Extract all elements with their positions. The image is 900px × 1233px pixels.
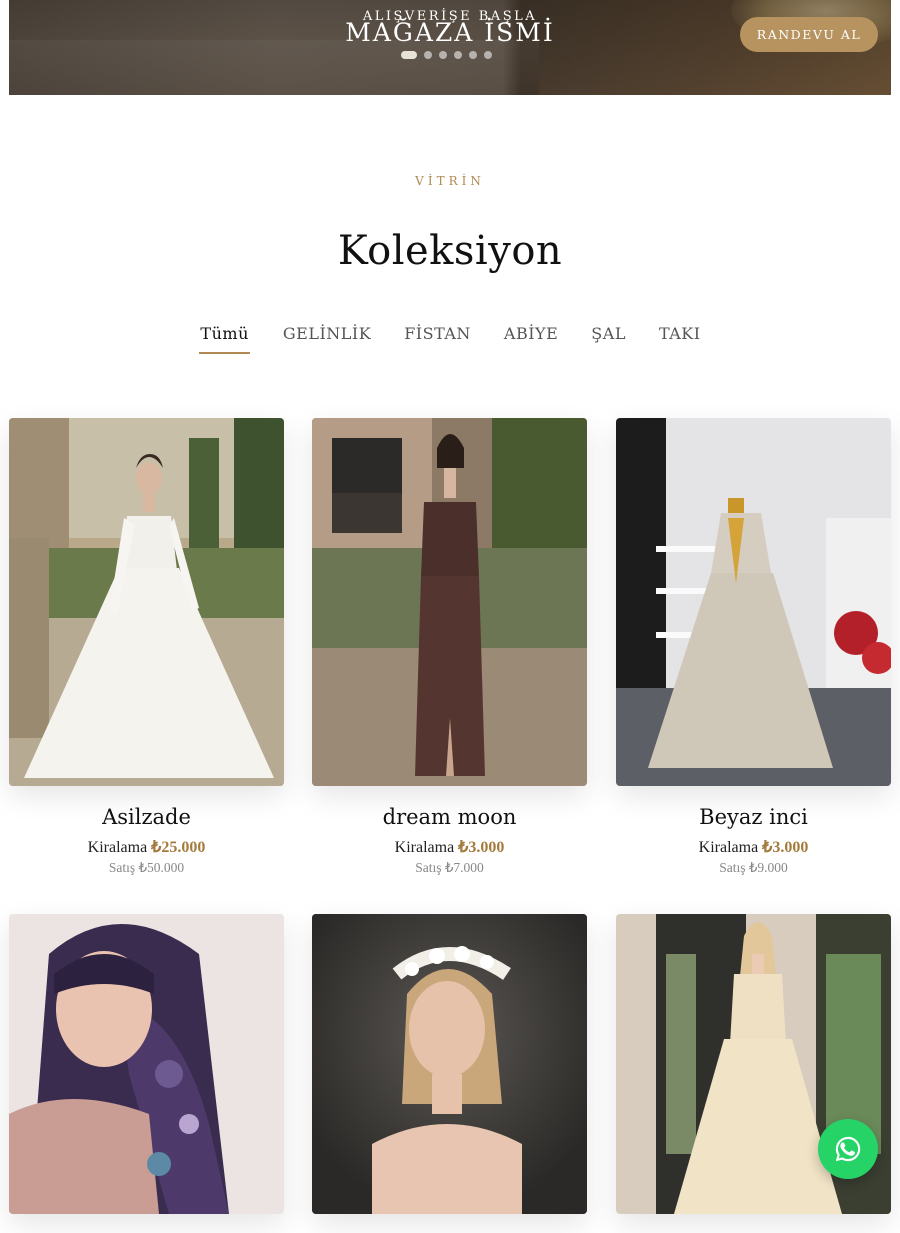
- appointment-button[interactable]: RANDEVU AL: [740, 17, 878, 52]
- tab-fistan[interactable]: FİSTAN: [404, 324, 471, 354]
- slider-dot[interactable]: [484, 51, 492, 59]
- hero-slider[interactable]: ALIŞVERİŞE BAŞLA MAĞAZA İSMİ RANDEVU AL: [9, 0, 891, 95]
- slider-dot[interactable]: [439, 51, 447, 59]
- rent-price-line: Kiralama ₺3.000: [616, 837, 891, 857]
- rent-price: ₺3.000: [762, 839, 809, 856]
- section-eyebrow: VİTRİN: [415, 174, 485, 188]
- whatsapp-button[interactable]: [818, 1119, 878, 1179]
- slider-dot[interactable]: [454, 51, 462, 59]
- rent-label: Kiralama: [698, 839, 759, 856]
- tab-gelinlik[interactable]: GELİNLİK: [283, 324, 371, 354]
- category-tabs: Tümü GELİNLİK FİSTAN ABİYE ŞAL TAKI: [0, 324, 900, 354]
- tab-abiye[interactable]: ABİYE: [504, 324, 558, 354]
- tab-taki[interactable]: TAKI: [659, 324, 701, 354]
- product-card[interactable]: Beyaz inci Kiralama ₺3.000 Satış ₺9.000: [616, 418, 891, 876]
- product-name[interactable]: Asilzade: [9, 805, 284, 829]
- product-card[interactable]: [312, 914, 587, 1233]
- product-image[interactable]: [312, 914, 587, 1214]
- slider-dot[interactable]: [401, 51, 417, 59]
- rent-price: ₺25.000: [151, 839, 206, 856]
- sale-price: Satış ₺9.000: [719, 860, 788, 875]
- product-card[interactable]: [9, 914, 284, 1233]
- product-name[interactable]: Beyaz inci: [616, 805, 891, 829]
- rent-price-line: Kiralama ₺25.000: [9, 837, 284, 857]
- product-card[interactable]: dream moon Kiralama ₺3.000 Satış ₺7.000: [312, 418, 587, 876]
- whatsapp-icon: [835, 1136, 861, 1162]
- product-image[interactable]: [9, 914, 284, 1214]
- section-title: Koleksiyon: [337, 228, 563, 274]
- product-image[interactable]: [9, 418, 284, 786]
- slider-dot[interactable]: [424, 51, 432, 59]
- rent-price-line: Kiralama ₺3.000: [312, 837, 587, 857]
- product-name[interactable]: dream moon: [312, 805, 587, 829]
- sale-price: Satış ₺50.000: [108, 860, 185, 875]
- slider-dots: [401, 51, 492, 59]
- rent-price: ₺3.000: [458, 839, 505, 856]
- product-card[interactable]: Asilzade Kiralama ₺25.000 Satış ₺50.000: [9, 418, 284, 876]
- slider-dot[interactable]: [469, 51, 477, 59]
- rent-label: Kiralama: [87, 839, 148, 856]
- rent-label: Kiralama: [394, 839, 455, 856]
- sale-price: Satış ₺7.000: [415, 860, 484, 875]
- tab-all[interactable]: Tümü: [199, 324, 250, 354]
- product-image[interactable]: [312, 418, 587, 786]
- product-card[interactable]: [616, 914, 891, 1233]
- tab-sal[interactable]: ŞAL: [591, 324, 626, 354]
- product-image[interactable]: [616, 418, 891, 786]
